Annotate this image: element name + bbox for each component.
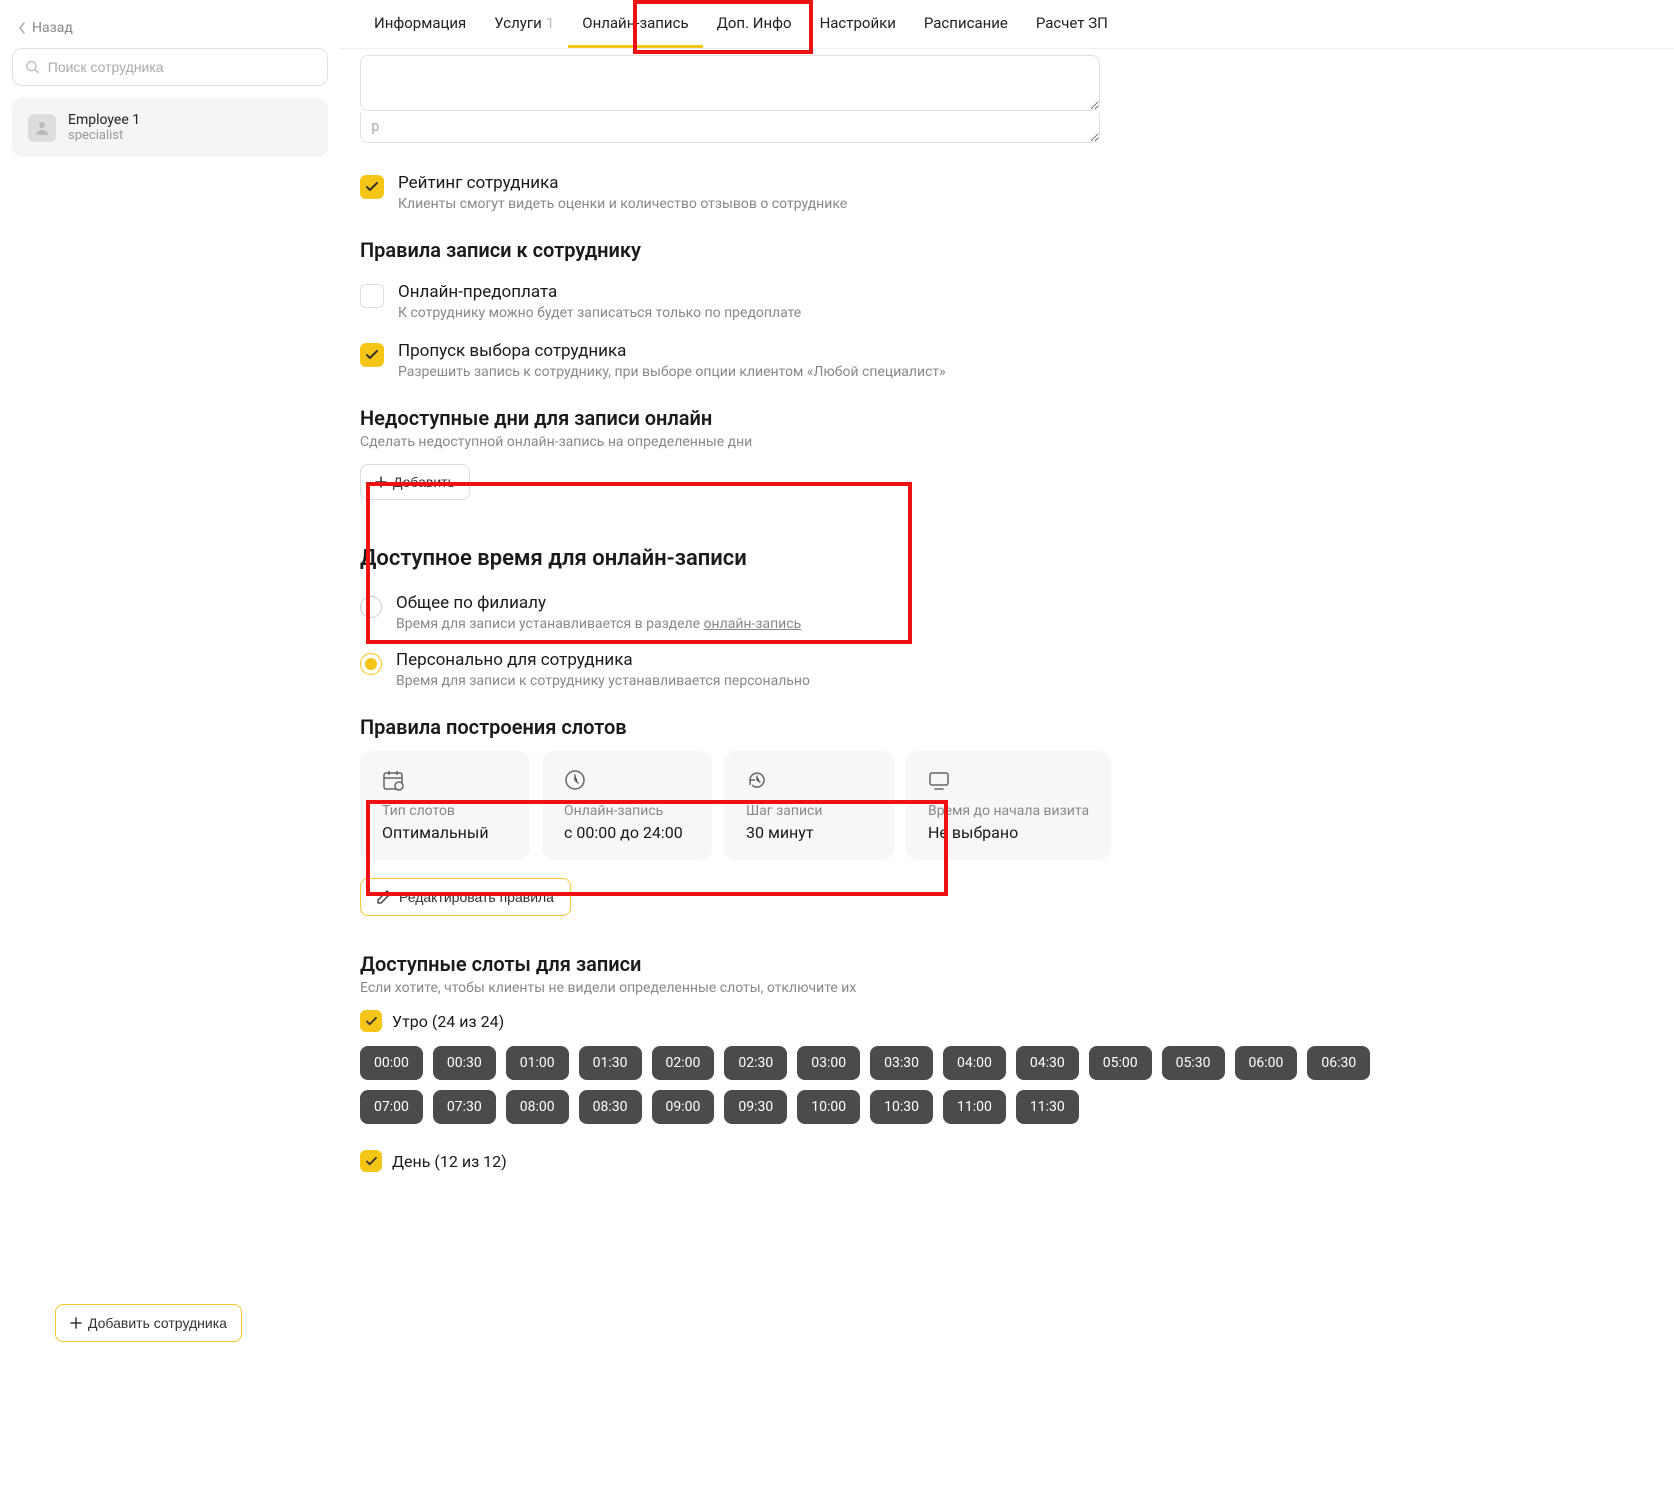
edit-rules-button[interactable]: Редактировать правила [360, 878, 571, 916]
time-chip[interactable]: 07:00 [360, 1090, 423, 1124]
rating-checkbox[interactable] [360, 175, 384, 199]
history-icon [746, 769, 768, 791]
time-chip[interactable]: 02:00 [652, 1046, 715, 1080]
day-label: День (12 из 12) [392, 1152, 507, 1171]
check-icon [366, 182, 378, 192]
person-icon [34, 120, 50, 136]
rating-desc: Клиенты смогут видеть оценки и количеств… [398, 196, 847, 212]
morning-time-grid: 00:00 00:30 01:00 01:30 02:00 02:30 03:0… [360, 1046, 1420, 1124]
radio-general-label: Общее по филиалу [396, 593, 801, 613]
unavailable-title: Недоступные дни для записи онлайн [360, 406, 1420, 430]
avail-slots-title: Доступные слоты для записи [360, 952, 1420, 976]
add-employee-label: Добавить сотрудника [88, 1315, 227, 1331]
clock-icon [564, 769, 586, 791]
morning-label: Утро (24 из 24) [392, 1012, 504, 1031]
radio-general-desc: Время для записи устанавливается в разде… [396, 616, 801, 632]
tab-services[interactable]: Услуги1 [480, 0, 568, 48]
card-slot-type: Тип слотов Оптимальный [360, 751, 530, 860]
search-icon [25, 59, 40, 75]
add-label: Добавить [393, 474, 455, 490]
radio-personal-label: Персонально для сотрудника [396, 650, 810, 670]
time-chip[interactable]: 10:30 [870, 1090, 933, 1124]
slot-rules-title: Правила построения слотов [360, 715, 1420, 739]
time-chip[interactable]: 08:00 [506, 1090, 569, 1124]
time-chip[interactable]: 04:30 [1016, 1046, 1079, 1080]
tab-schedule[interactable]: Расписание [910, 0, 1022, 48]
radio-personal[interactable] [360, 653, 382, 675]
unavailable-sub: Сделать недоступной онлайн-запись на опр… [360, 434, 1420, 450]
time-chip[interactable]: 03:00 [797, 1046, 860, 1080]
time-chip[interactable]: 10:00 [797, 1090, 860, 1124]
check-icon [366, 1017, 377, 1026]
time-chip[interactable]: 07:30 [433, 1090, 496, 1124]
add-employee-button[interactable]: Добавить сотрудника [55, 1304, 242, 1342]
avail-slots-sub: Если хотите, чтобы клиенты не видели опр… [360, 980, 1420, 996]
calendar-icon [382, 769, 404, 791]
tab-online-booking[interactable]: Онлайн-запись [568, 0, 702, 48]
time-chip[interactable]: 09:00 [652, 1090, 715, 1124]
time-chip[interactable]: 03:30 [870, 1046, 933, 1080]
time-chip[interactable]: 09:30 [724, 1090, 787, 1124]
time-chip[interactable]: 00:00 [360, 1046, 423, 1080]
radio-general[interactable] [360, 596, 382, 618]
plus-icon [375, 476, 387, 488]
time-chip[interactable]: 08:30 [579, 1090, 642, 1124]
skip-checkbox[interactable] [360, 343, 384, 367]
prepay-desc: К сотруднику можно будет записаться толь… [398, 305, 801, 321]
card-step: Шаг записи 30 минут [724, 751, 894, 860]
time-chip[interactable]: 06:30 [1307, 1046, 1370, 1080]
online-booking-link[interactable]: онлайн-запись [704, 616, 802, 632]
check-icon [366, 350, 378, 360]
screen-icon [928, 769, 950, 791]
available-time-title: Доступное время для онлайн-записи [360, 546, 1420, 571]
back-label: Назад [32, 20, 73, 36]
employee-name: Employee 1 [68, 112, 140, 128]
time-chip[interactable]: 11:30 [1016, 1090, 1079, 1124]
tab-info[interactable]: Информация [360, 0, 480, 48]
rating-label: Рейтинг сотрудника [398, 173, 847, 193]
time-chip[interactable]: 05:00 [1089, 1046, 1152, 1080]
rules-title: Правила записи к сотруднику [360, 238, 1420, 262]
avatar [28, 114, 56, 142]
time-chip[interactable]: 04:00 [943, 1046, 1006, 1080]
edit-rules-label: Редактировать правила [399, 889, 554, 905]
chevron-left-icon [18, 22, 26, 34]
skip-label: Пропуск выбора сотрудника [398, 341, 946, 361]
tab-salary[interactable]: Расчет ЗП [1022, 0, 1122, 48]
prepay-checkbox[interactable] [360, 284, 384, 308]
check-icon [366, 1157, 377, 1166]
day-checkbox[interactable] [360, 1150, 382, 1172]
pencil-icon [377, 890, 391, 904]
tabs: Информация Услуги1 Онлайн-запись Доп. Ин… [340, 0, 1674, 49]
employee-card[interactable]: Employee 1 specialist [12, 98, 328, 157]
tab-settings[interactable]: Настройки [806, 0, 910, 48]
p-textarea[interactable] [360, 113, 1100, 143]
search-input[interactable] [48, 59, 315, 75]
radio-personal-desc: Время для записи к сотруднику устанавлив… [396, 673, 810, 689]
time-chip[interactable]: 05:30 [1162, 1046, 1225, 1080]
morning-checkbox[interactable] [360, 1010, 382, 1032]
search-box[interactable] [12, 48, 328, 86]
plus-icon [70, 1317, 82, 1329]
skip-desc: Разрешить запись к сотруднику, при выбор… [398, 364, 946, 380]
time-chip[interactable]: 02:30 [724, 1046, 787, 1080]
time-chip[interactable]: 11:00 [943, 1090, 1006, 1124]
card-online-range: Онлайн-запись с 00:00 до 24:00 [542, 751, 712, 860]
back-link[interactable]: Назад [12, 20, 328, 36]
add-unavailable-button[interactable]: Добавить [360, 464, 470, 500]
tab-additional[interactable]: Доп. Инфо [703, 0, 806, 48]
employee-role: specialist [68, 128, 140, 143]
card-before-visit: Время до начала визита Не выбрано [906, 751, 1111, 860]
description-textarea[interactable] [360, 55, 1100, 111]
time-chip[interactable]: 01:30 [579, 1046, 642, 1080]
time-chip[interactable]: 00:30 [433, 1046, 496, 1080]
time-chip[interactable]: 01:00 [506, 1046, 569, 1080]
time-chip[interactable]: 06:00 [1235, 1046, 1298, 1080]
prepay-label: Онлайн-предоплата [398, 282, 801, 302]
